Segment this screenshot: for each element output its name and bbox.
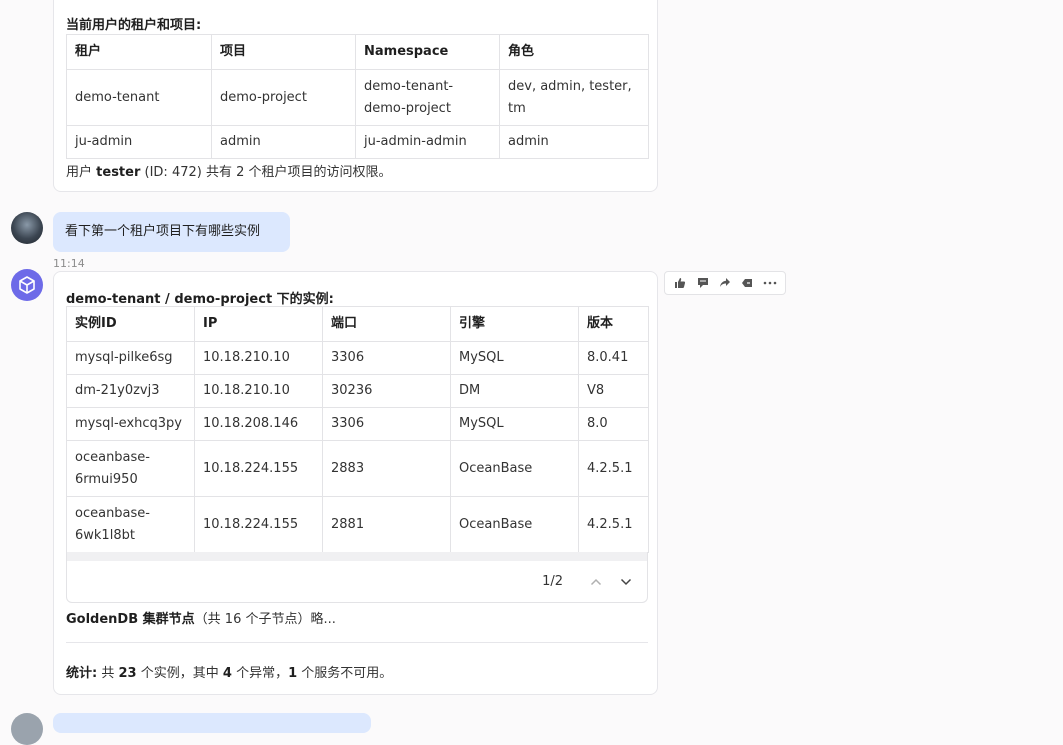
column-header: 角色 xyxy=(499,34,649,70)
table-cell: 10.18.208.146 xyxy=(194,407,323,441)
table-cell: 8.0.41 xyxy=(578,341,649,375)
stats-summary: 统计: 共 23 个实例，其中 4 个异常，1 个服务不可用。 xyxy=(66,666,393,681)
more-icon[interactable] xyxy=(761,274,779,292)
tag-icon[interactable] xyxy=(738,274,756,292)
table-cell: dm-21y0zvj3 xyxy=(66,374,195,408)
share-icon[interactable] xyxy=(716,274,734,292)
access-summary: 用户 tester (ID: 472) 共有 2 个租户项目的访问权限。 xyxy=(66,165,392,180)
table-cell: 2881 xyxy=(322,496,451,553)
column-header: 项目 xyxy=(211,34,356,70)
user-message-bubble xyxy=(53,713,371,733)
table-cell: OceanBase xyxy=(450,440,579,497)
column-header: 实例ID xyxy=(66,306,195,342)
card-title: 当前用户的租户和项目: xyxy=(66,18,202,33)
table-pagination: 1/2 xyxy=(66,561,648,603)
user-name: tester xyxy=(96,165,141,180)
table-cell: demo-tenant xyxy=(66,69,212,126)
table-row: demo-tenant demo-project demo-tenant-dem… xyxy=(66,69,649,126)
table-cell: 3306 xyxy=(322,341,451,375)
table-cell: mysql-exhcq3py xyxy=(66,407,195,441)
table-cell: demo-tenant-demo-project xyxy=(355,69,500,126)
table-cell: OceanBase xyxy=(450,496,579,553)
table-cell: 10.18.210.10 xyxy=(194,341,323,375)
table-row: oceanbase-6rmui950 10.18.224.155 2883 Oc… xyxy=(66,440,649,497)
column-header: Namespace xyxy=(355,34,500,70)
tenant-table: 租户 项目 Namespace 角色 demo-tenant demo-proj… xyxy=(66,34,649,159)
chevron-down-icon[interactable] xyxy=(615,571,637,593)
table-cell: MySQL xyxy=(450,407,579,441)
instance-table: 实例ID IP 端口 引擎 版本 mysql-pilke6sg 10.18.21… xyxy=(66,306,649,553)
table-cell: 30236 xyxy=(322,374,451,408)
tenant-project-card: 当前用户的租户和项目: 租户 项目 Namespace 角色 demo-tena… xyxy=(53,0,658,192)
table-cell: 10.18.224.155 xyxy=(194,496,323,553)
table-cell: demo-project xyxy=(211,69,356,126)
table-cell: oceanbase-6rmui950 xyxy=(66,440,195,497)
table-row: dm-21y0zvj3 10.18.210.10 30236 DM V8 xyxy=(66,374,649,408)
user-avatar xyxy=(11,212,43,244)
cube-icon xyxy=(19,276,35,294)
table-cell: 3306 xyxy=(322,407,451,441)
table-cell: admin xyxy=(499,125,649,159)
response-title: demo-tenant / demo-project 下的实例: xyxy=(66,292,334,307)
table-cell: 10.18.210.10 xyxy=(194,374,323,408)
table-cell: admin xyxy=(211,125,356,159)
column-header: 租户 xyxy=(66,34,212,70)
chevron-up-icon[interactable] xyxy=(585,571,607,593)
column-header: IP xyxy=(194,306,323,342)
table-row: mysql-exhcq3py 10.18.208.146 3306 MySQL … xyxy=(66,407,649,441)
table-cell: 4.2.5.1 xyxy=(578,440,649,497)
user-avatar xyxy=(11,713,43,745)
table-cell: oceanbase-6wk1l8bt xyxy=(66,496,195,553)
user-message-bubble: 看下第一个租户项目下有哪些实例 xyxy=(53,212,290,252)
column-header: 版本 xyxy=(578,306,649,342)
table-cell: ju-admin xyxy=(66,125,212,159)
table-cell: ju-admin-admin xyxy=(355,125,500,159)
bot-response-card: demo-tenant / demo-project 下的实例: 实例ID IP… xyxy=(53,271,658,695)
thumbs-up-icon[interactable] xyxy=(671,274,689,292)
goldendb-note: GoldenDB 集群节点（共 16 个子节点）略... xyxy=(66,612,336,627)
table-cell: dev, admin, tester, tm xyxy=(499,69,649,126)
page-indicator: 1/2 xyxy=(542,574,563,589)
column-header: 端口 xyxy=(322,306,451,342)
table-header-row: 实例ID IP 端口 引擎 版本 xyxy=(66,306,649,342)
table-cell: DM xyxy=(450,374,579,408)
table-cell: 4.2.5.1 xyxy=(578,496,649,553)
message-timestamp: 11:14 xyxy=(53,257,85,270)
table-row: oceanbase-6wk1l8bt 10.18.224.155 2881 Oc… xyxy=(66,496,649,553)
table-header-row: 租户 项目 Namespace 角色 xyxy=(66,34,649,70)
table-cell: 8.0 xyxy=(578,407,649,441)
column-header: 引擎 xyxy=(450,306,579,342)
message-action-bar xyxy=(664,271,786,295)
table-cell: MySQL xyxy=(450,341,579,375)
comment-icon[interactable] xyxy=(694,274,712,292)
table-cell: mysql-pilke6sg xyxy=(66,341,195,375)
table-row: mysql-pilke6sg 10.18.210.10 3306 MySQL 8… xyxy=(66,341,649,375)
table-cell: V8 xyxy=(578,374,649,408)
table-row: ju-admin admin ju-admin-admin admin xyxy=(66,125,649,159)
horizontal-scrollbar[interactable] xyxy=(66,552,648,561)
divider xyxy=(66,642,648,643)
bot-avatar xyxy=(11,269,43,301)
table-cell: 2883 xyxy=(322,440,451,497)
table-cell: 10.18.224.155 xyxy=(194,440,323,497)
